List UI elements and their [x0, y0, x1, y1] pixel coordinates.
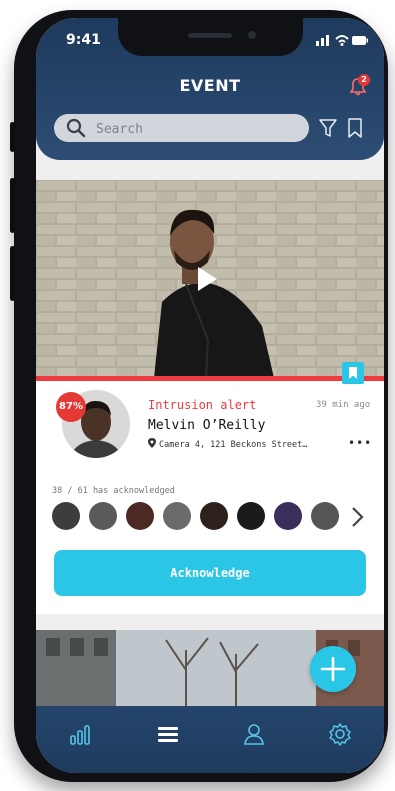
mute-switch — [10, 122, 15, 152]
acknowledger-avatar[interactable] — [126, 502, 154, 530]
event-card[interactable]: 87% Intrusion alert 39 min ago Melvin O’… — [36, 362, 384, 614]
device-notch — [118, 18, 303, 56]
acknowledged-count: 38 / 61 has acknowledged — [52, 486, 175, 496]
bookmark-icon[interactable] — [346, 117, 364, 139]
match-percent-badge: 87% — [56, 392, 86, 422]
location-pin-icon — [148, 438, 156, 448]
bottom-tab-bar — [36, 706, 384, 773]
event-time: 39 min ago — [316, 400, 371, 410]
acknowledger-avatar[interactable] — [52, 502, 80, 530]
event-video[interactable] — [36, 180, 384, 378]
person-name: Melvin O’Reilly — [148, 418, 266, 433]
menu-icon[interactable] — [154, 720, 182, 748]
acknowledger-avatar[interactable] — [89, 502, 117, 530]
acknowledger-avatar[interactable] — [200, 502, 228, 530]
search-input[interactable] — [94, 118, 298, 140]
add-button[interactable] — [310, 646, 356, 692]
acknowledger-avatar[interactable] — [163, 502, 191, 530]
more-options-button[interactable]: ••• — [348, 436, 372, 450]
volume-down-button — [10, 246, 15, 301]
acknowledge-button[interactable]: Acknowledge — [54, 550, 366, 596]
filter-icon[interactable] — [318, 117, 338, 139]
alert-stripe — [36, 376, 384, 381]
acknowledger-avatar[interactable] — [274, 502, 302, 530]
status-time: 9:41 — [66, 32, 101, 48]
alert-type: Intrusion alert — [148, 398, 257, 412]
page-title: EVENT — [179, 76, 241, 95]
front-camera — [248, 31, 256, 39]
volume-up-button — [10, 178, 15, 233]
app-screen: 9:41 EVENT 2 Search 87% Intrusion alert … — [36, 18, 384, 773]
notification-badge: 2 — [358, 74, 370, 86]
acknowledger-avatar[interactable] — [311, 502, 339, 530]
speaker — [188, 33, 232, 38]
search-bar[interactable] — [54, 114, 309, 142]
play-icon[interactable] — [183, 257, 227, 301]
profile-icon[interactable] — [240, 720, 268, 748]
event-location: Camera 4, 121 Beckons Street… — [148, 438, 307, 450]
acknowledger-avatar[interactable] — [237, 502, 265, 530]
bookmark-icon[interactable] — [342, 362, 364, 384]
location-text: Camera 4, 121 Beckons Street… — [159, 440, 308, 450]
stats-icon[interactable] — [66, 720, 94, 748]
chevron-right-icon[interactable] — [348, 504, 366, 530]
settings-icon[interactable] — [326, 720, 354, 748]
status-icons — [316, 35, 368, 46]
search-icon — [66, 118, 86, 138]
